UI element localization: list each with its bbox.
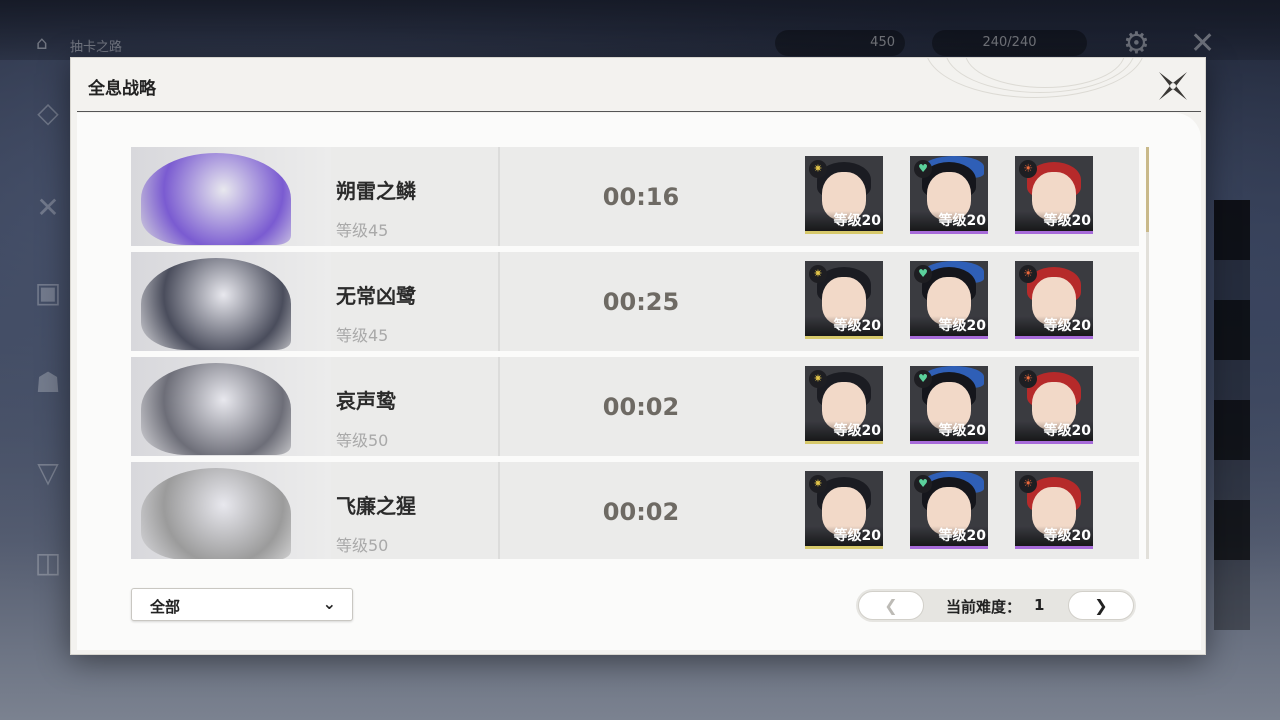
boss-artwork bbox=[141, 363, 291, 455]
fusion-icon: ☀ bbox=[1019, 160, 1037, 178]
boss-level: 等级45 bbox=[336, 221, 389, 240]
character-level: 等级20 bbox=[1015, 421, 1093, 441]
close-icon bbox=[1159, 72, 1187, 100]
team-character-card[interactable]: ☀ 等级20 bbox=[1015, 156, 1093, 234]
aero-icon: ♥ bbox=[914, 265, 932, 283]
boss-level: 等级45 bbox=[336, 326, 389, 345]
team-character-card[interactable]: ✷ 等级20 bbox=[805, 471, 883, 549]
list-scrollbar[interactable] bbox=[1146, 147, 1149, 559]
modal-header: 全息战略 bbox=[71, 58, 1205, 113]
row-divider bbox=[498, 252, 500, 351]
boss-name: 飞廉之猩 bbox=[336, 494, 416, 518]
sidebar-icon: ▽ bbox=[37, 456, 59, 489]
sidebar-icon: ☗ bbox=[35, 366, 61, 399]
boss-name: 哀声鸷 bbox=[336, 389, 396, 413]
fusion-icon: ☀ bbox=[1019, 265, 1037, 283]
header-decoration bbox=[905, 58, 1145, 108]
background-close-icon: ✕ bbox=[1190, 26, 1216, 61]
character-level: 等级20 bbox=[910, 421, 988, 441]
filter-dropdown[interactable]: 全部 ⌄ bbox=[131, 588, 353, 621]
sidebar-icon: ✕ bbox=[36, 191, 60, 224]
difficulty-label: 当前难度： bbox=[946, 598, 1022, 616]
team-character-card[interactable]: ♥ 等级20 bbox=[910, 261, 988, 339]
filter-selected-value: 全部 bbox=[150, 598, 181, 616]
clear-time: 00:02 bbox=[602, 393, 680, 421]
spectro-icon: ✷ bbox=[809, 160, 827, 178]
character-level: 等级20 bbox=[1015, 211, 1093, 231]
sidebar-icon: ▣ bbox=[34, 276, 62, 309]
background-title: 抽卡之路 bbox=[70, 40, 123, 55]
aero-icon: ♥ bbox=[914, 370, 932, 388]
team-character-card[interactable]: ☀ 等级20 bbox=[1015, 471, 1093, 549]
difficulty-pager: ❮ 当前难度： 1 ❯ bbox=[856, 589, 1136, 622]
clear-time: 00:16 bbox=[602, 183, 680, 211]
boss-portrait bbox=[131, 462, 331, 559]
boss-portrait bbox=[131, 357, 331, 456]
spectro-icon: ✷ bbox=[809, 265, 827, 283]
aero-icon: ♥ bbox=[914, 475, 932, 493]
boss-portrait bbox=[131, 252, 331, 351]
fusion-icon: ☀ bbox=[1019, 370, 1037, 388]
boss-row[interactable]: 哀声鸷等级50 00:02 ✷ 等级20 ♥ 等级20 ☀ 等级20 bbox=[131, 357, 1139, 456]
holographic-strategy-modal: 全息战略 朔雷之鳞 等级45 00:16 ✷ 等级20 ♥ 等级20 ☀ 等级2… bbox=[70, 57, 1206, 655]
boss-artwork bbox=[141, 468, 291, 559]
boss-row[interactable]: 朔雷之鳞等级45 00:16 ✷ 等级20 ♥ 等级20 ☀ 等级20 bbox=[131, 147, 1139, 246]
row-divider bbox=[498, 357, 500, 456]
character-level: 等级20 bbox=[805, 316, 883, 336]
gear-icon: ⚙ bbox=[1123, 26, 1150, 61]
team-character-card[interactable]: ✷ 等级20 bbox=[805, 156, 883, 234]
spectro-icon: ✷ bbox=[809, 475, 827, 493]
resource-counter-1: 450 bbox=[775, 30, 905, 56]
character-level: 等级20 bbox=[910, 211, 988, 231]
previous-difficulty-button[interactable]: ❮ bbox=[858, 591, 924, 620]
boss-list[interactable]: 朔雷之鳞 等级45 00:16 ✷ 等级20 ♥ 等级20 ☀ 等级20 无常凶鹭 等级… bbox=[131, 147, 1141, 559]
team-character-card[interactable]: ✷ 等级20 bbox=[805, 366, 883, 444]
boss-portrait bbox=[131, 147, 331, 246]
aero-icon: ♥ bbox=[914, 160, 932, 178]
boss-artwork bbox=[141, 258, 291, 350]
fusion-icon: ☀ bbox=[1019, 475, 1037, 493]
modal-title: 全息战略 bbox=[88, 79, 156, 99]
chevron-down-icon: ⌄ bbox=[322, 594, 336, 613]
clear-time: 00:02 bbox=[602, 498, 680, 526]
background-right-strip bbox=[1214, 200, 1250, 630]
scrollbar-thumb[interactable] bbox=[1146, 147, 1149, 232]
character-level: 等级20 bbox=[910, 316, 988, 336]
team-character-card[interactable]: ♥ 等级20 bbox=[910, 156, 988, 234]
row-divider bbox=[498, 147, 500, 246]
boss-row[interactable]: 飞廉之猩等级50 00:02 ✷ 等级20 ♥ 等级20 ☀ 等级20 bbox=[131, 462, 1139, 559]
home-icon: ⌂ bbox=[36, 33, 48, 54]
boss-name: 无常凶鹭 bbox=[336, 284, 416, 308]
background-topbar bbox=[0, 0, 1280, 60]
boss-level: 等级50 bbox=[336, 536, 389, 555]
character-level: 等级20 bbox=[1015, 526, 1093, 546]
character-level: 等级20 bbox=[805, 421, 883, 441]
sidebar-icon: ◫ bbox=[34, 546, 62, 579]
boss-artwork bbox=[141, 153, 291, 245]
difficulty-value: 1 bbox=[1034, 596, 1045, 614]
resource-counter-2: 240/240 bbox=[932, 30, 1087, 56]
boss-name: 朔雷之鳞 bbox=[336, 179, 416, 203]
clear-time: 00:25 bbox=[602, 288, 680, 316]
close-button[interactable] bbox=[1155, 68, 1191, 104]
team-character-card[interactable]: ♥ 等级20 bbox=[910, 471, 988, 549]
character-level: 等级20 bbox=[805, 211, 883, 231]
boss-level: 等级50 bbox=[336, 431, 389, 450]
spectro-icon: ✷ bbox=[809, 370, 827, 388]
team-character-card[interactable]: ✷ 等级20 bbox=[805, 261, 883, 339]
team-character-card[interactable]: ♥ 等级20 bbox=[910, 366, 988, 444]
boss-row[interactable]: 无常凶鹭等级45 00:25 ✷ 等级20 ♥ 等级20 ☀ 等级20 bbox=[131, 252, 1139, 351]
character-level: 等级20 bbox=[805, 526, 883, 546]
row-divider bbox=[498, 462, 500, 559]
character-level: 等级20 bbox=[1015, 316, 1093, 336]
next-difficulty-button[interactable]: ❯ bbox=[1068, 591, 1134, 620]
sidebar-icon: ◇ bbox=[37, 96, 59, 129]
team-character-card[interactable]: ☀ 等级20 bbox=[1015, 261, 1093, 339]
header-divider bbox=[77, 111, 1201, 112]
team-character-card[interactable]: ☀ 等级20 bbox=[1015, 366, 1093, 444]
character-level: 等级20 bbox=[910, 526, 988, 546]
